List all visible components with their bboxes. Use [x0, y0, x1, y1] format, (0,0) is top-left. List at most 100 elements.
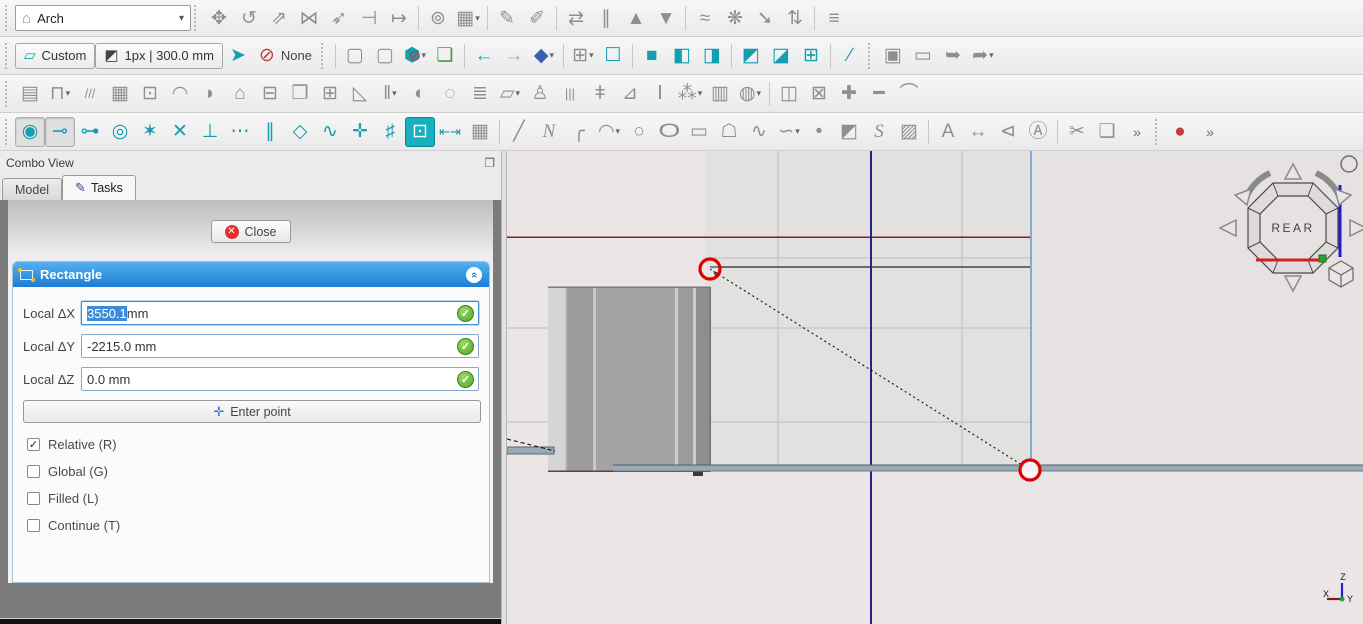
arch-equipment-button[interactable]: ♙: [525, 79, 555, 109]
draft-fillet-button[interactable]: ╭: [564, 117, 594, 147]
measure-button[interactable]: ∕: [835, 41, 865, 71]
rotate-button[interactable]: ↺: [234, 3, 264, 33]
draft-facebinder-button[interactable]: ◩: [834, 117, 864, 147]
edit-subelements-button[interactable]: ✐: [522, 3, 552, 33]
stretch-button[interactable]: ↦: [384, 3, 414, 33]
arch-frame-button[interactable]: |||: [555, 79, 585, 109]
snap-angle-button[interactable]: ✶: [135, 117, 165, 147]
draft-shape-from-text-button[interactable]: S: [864, 117, 894, 147]
snap-grid-button[interactable]: ♯: [375, 117, 405, 147]
arch-panel-button[interactable]: ▱▾: [495, 79, 525, 109]
arch-material-button[interactable]: ⁂▾: [675, 79, 705, 109]
draft-arc-button[interactable]: ◠▾: [594, 117, 624, 147]
edit-button[interactable]: ✎: [492, 3, 522, 33]
layers-button[interactable]: ≡: [819, 3, 849, 33]
downgrade-button[interactable]: ▼: [651, 3, 681, 33]
line-width-button[interactable]: ◩1px | 300.0 mm: [95, 43, 223, 69]
toolbar-grip[interactable]: [868, 43, 875, 69]
arch-wall-button[interactable]: ▤: [15, 79, 45, 109]
float-panel-icon[interactable]: ❐: [484, 156, 495, 170]
arch-window-button[interactable]: ⊞: [315, 79, 345, 109]
draft-text-button[interactable]: A: [933, 117, 963, 147]
snap-endpoint-button[interactable]: ⊸: [45, 117, 75, 147]
snap-extension-button[interactable]: ⋯: [225, 117, 255, 147]
arch-profile-button[interactable]: Ⅰ: [645, 79, 675, 109]
coordinate-input-y[interactable]: -2215.0 mm✓: [81, 334, 479, 358]
draft-bspline-button[interactable]: ∿: [744, 117, 774, 147]
snap-ortho-button[interactable]: ✛: [345, 117, 375, 147]
nav-back-button[interactable]: ←: [469, 41, 499, 71]
toolbar-grip[interactable]: [1155, 119, 1162, 145]
ground-slab[interactable]: [613, 465, 1363, 471]
draw-style-button[interactable]: ⊞▾: [568, 41, 598, 71]
snap-working-plane-button[interactable]: ⊡: [405, 117, 435, 147]
view-right-button[interactable]: ◨: [697, 41, 727, 71]
snap-center-button[interactable]: ◎: [105, 117, 135, 147]
nav-forward-button[interactable]: →: [499, 41, 529, 71]
select-similar-button[interactable]: ▢: [370, 41, 400, 71]
mirror-button[interactable]: ⋈: [294, 3, 324, 33]
clone-button[interactable]: ⊚: [423, 3, 453, 33]
draft-label-button[interactable]: ⊲: [993, 117, 1023, 147]
move-button[interactable]: ✥: [204, 3, 234, 33]
apply-style-button[interactable]: ➤: [223, 41, 253, 71]
view-left-button[interactable]: ⊞: [796, 41, 826, 71]
draft-line-button[interactable]: ╱: [504, 117, 534, 147]
arch-curtain-wall-button[interactable]: ▦: [105, 79, 135, 109]
arch-pipe-button[interactable]: ◍▾: [735, 79, 765, 109]
draft-polyline-button[interactable]: N: [534, 117, 564, 147]
draft-dimension-button[interactable]: ↔: [963, 117, 993, 147]
arch-site-button[interactable]: ◗: [195, 79, 225, 109]
arch-rebar-button[interactable]: ///: [75, 79, 105, 109]
toolbar-grip[interactable]: [194, 5, 201, 31]
arch-add-component-button[interactable]: ✚: [834, 79, 864, 109]
arch-section-plane-button[interactable]: ◐: [405, 79, 435, 109]
arch-fence-button[interactable]: ǂ: [585, 79, 615, 109]
draft-point-button[interactable]: •: [804, 117, 834, 147]
arch-space-button[interactable]: ◌: [435, 79, 465, 109]
arch-level-button[interactable]: ⊟: [255, 79, 285, 109]
snap-near-button[interactable]: ∿: [315, 117, 345, 147]
draft-bezier-button[interactable]: ∽▾: [774, 117, 804, 147]
arch-survey-button[interactable]: ⌒: [894, 79, 924, 109]
toolbar-grip[interactable]: [5, 81, 12, 107]
draft-ellipse-button[interactable]: O: [654, 117, 684, 147]
arch-external-reference-button[interactable]: ❒: [285, 79, 315, 109]
array-button[interactable]: ▦▾: [453, 3, 483, 33]
arch-schedule-button[interactable]: ▥: [705, 79, 735, 109]
workbench-selector[interactable]: ⌂Arch▾: [15, 5, 191, 31]
toolbar-grip[interactable]: [321, 43, 328, 69]
upgrade-button[interactable]: ▲: [621, 3, 651, 33]
arch-axis-button[interactable]: ‖▾: [375, 79, 405, 109]
checkbox-filled[interactable]: Filled (L): [27, 489, 489, 507]
set-slope-button[interactable]: ➘: [750, 3, 780, 33]
arch-project-button[interactable]: ◠: [165, 79, 195, 109]
toolbar-overflow-2-button[interactable]: »: [1195, 117, 1225, 147]
arch-building-part-button[interactable]: ⊡: [135, 79, 165, 109]
style-custom-button[interactable]: ▱Custom: [15, 43, 95, 69]
select-group-button[interactable]: ❏: [430, 41, 460, 71]
collapse-section-button[interactable]: «: [466, 267, 482, 283]
snap-parallel-button[interactable]: ∥: [255, 117, 285, 147]
draft-rectangle-button[interactable]: ▭: [684, 117, 714, 147]
view-rear-button[interactable]: ◩: [736, 41, 766, 71]
cut-button[interactable]: ✂: [1062, 117, 1092, 147]
view-fit-all-button[interactable]: ☐: [598, 41, 628, 71]
view-top-button[interactable]: ◧: [667, 41, 697, 71]
snap-special-button[interactable]: ◇: [285, 117, 315, 147]
arch-stairs-button[interactable]: ≣: [465, 79, 495, 109]
checkbox-global[interactable]: Global (G): [27, 462, 489, 480]
tab-tasks[interactable]: ✎ Tasks: [62, 175, 136, 200]
split-button[interactable]: ∥: [591, 3, 621, 33]
snap-lock-button[interactable]: ◉: [15, 117, 45, 147]
shape-2d-view-button[interactable]: ❋: [720, 3, 750, 33]
scale-button[interactable]: ⇗: [264, 3, 294, 33]
checkbox-relative[interactable]: ✓Relative (R): [27, 435, 489, 453]
close-task-button[interactable]: ✕ Close: [211, 220, 291, 243]
toggle-grid-button[interactable]: ▦: [465, 117, 495, 147]
enter-point-button[interactable]: ✛ Enter point: [23, 400, 481, 423]
arch-truss-button[interactable]: ⊿: [615, 79, 645, 109]
tab-model[interactable]: Model: [2, 178, 62, 200]
snap-perpendicular-button[interactable]: ⊥: [195, 117, 225, 147]
annotation-styles-button[interactable]: Ⓐ: [1023, 117, 1053, 147]
